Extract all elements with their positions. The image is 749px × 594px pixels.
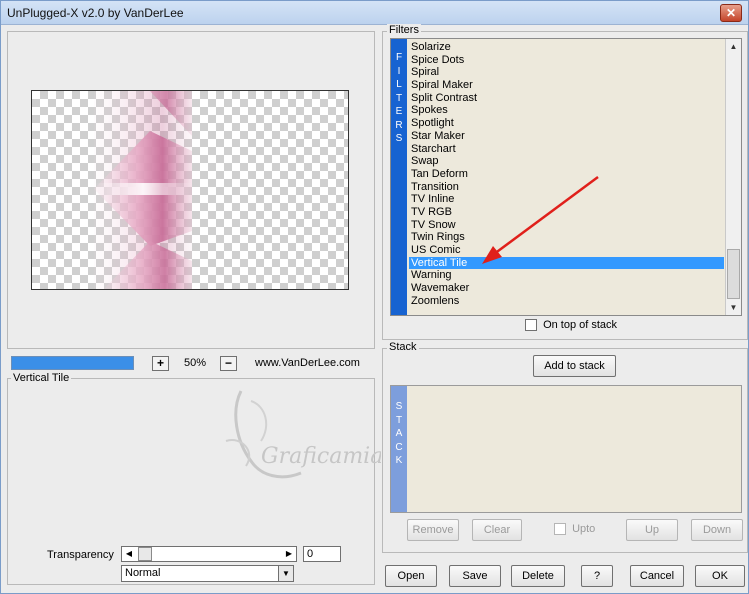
plugin-window: UnPlugged-X v2.0 by VanDerLee ✕ + 50% − … [0, 0, 749, 594]
delete-button[interactable]: Delete [511, 565, 565, 587]
on-top-of-stack-option[interactable]: On top of stack [525, 319, 618, 332]
filters-group-label: Filters [387, 24, 421, 36]
clear-button[interactable]: Clear [472, 519, 522, 541]
chevron-down-icon[interactable]: ▼ [278, 566, 293, 581]
list-item[interactable]: Swap [409, 155, 724, 168]
blend-mode-value: Normal [125, 567, 161, 579]
on-top-of-stack-checkbox[interactable] [525, 319, 537, 332]
on-top-of-stack-label: On top of stack [543, 319, 618, 331]
help-button[interactable]: ? [581, 565, 613, 587]
preview-effect [94, 91, 192, 289]
upto-checkbox[interactable] [554, 523, 566, 536]
list-item[interactable]: Starchart [409, 143, 724, 156]
blend-mode-select[interactable]: Normal ▼ [121, 565, 294, 582]
list-item[interactable]: Spiral Maker [409, 79, 724, 92]
upto-option[interactable]: Upto [554, 523, 596, 536]
window-title: UnPlugged-X v2.0 by VanDerLee [7, 6, 184, 20]
up-button[interactable]: Up [626, 519, 678, 541]
stack-list[interactable]: STACK [390, 385, 742, 513]
list-item[interactable]: Spice Dots [409, 54, 724, 67]
transparency-label: Transparency [47, 549, 114, 561]
filters-strip: FILTERS [391, 39, 407, 315]
stack-group-label: Stack [387, 341, 419, 353]
title-bar[interactable]: UnPlugged-X v2.0 by VanDerLee ✕ [1, 1, 748, 25]
list-item[interactable]: Solarize [409, 41, 724, 54]
list-item[interactable]: Zoomlens [409, 295, 724, 308]
red-arrow-annotation [482, 175, 599, 264]
slider-left-arrow-icon[interactable]: ◀ [122, 547, 136, 561]
list-item[interactable]: Spotlight [409, 117, 724, 130]
transparency-slider[interactable]: ◀ ▶ [121, 546, 297, 562]
preview-image[interactable] [31, 90, 349, 290]
zoom-out-button[interactable]: − [220, 356, 237, 371]
transparency-value-field[interactable]: 0 [303, 546, 341, 562]
progress-bar [11, 356, 134, 370]
scroll-down-icon[interactable]: ▼ [726, 300, 741, 315]
filter-list-scrollbar[interactable]: ▲ ▼ [725, 39, 741, 315]
stack-strip: STACK [391, 386, 407, 512]
cancel-button[interactable]: Cancel [630, 565, 684, 587]
scroll-up-icon[interactable]: ▲ [726, 39, 741, 54]
ok-button[interactable]: OK [695, 565, 745, 587]
add-to-stack-button[interactable]: Add to stack [533, 355, 616, 377]
zoom-level: 50% [184, 357, 207, 369]
list-item[interactable]: Split Contrast [409, 92, 724, 105]
remove-button[interactable]: Remove [407, 519, 459, 541]
scroll-thumb[interactable] [727, 249, 740, 299]
close-button[interactable]: ✕ [720, 4, 742, 22]
slider-thumb[interactable] [138, 547, 152, 561]
upto-label: Upto [572, 523, 596, 535]
zoom-in-button[interactable]: + [152, 356, 169, 371]
list-item[interactable]: Spiral [409, 66, 724, 79]
list-item[interactable]: Star Maker [409, 130, 724, 143]
down-button[interactable]: Down [691, 519, 743, 541]
website-link[interactable]: www.VanDerLee.com [255, 357, 360, 369]
open-button[interactable]: Open [385, 565, 437, 587]
list-item[interactable]: Warning [409, 269, 724, 282]
save-button[interactable]: Save [449, 565, 501, 587]
parameters-group-label: Vertical Tile [11, 372, 72, 384]
svg-text:Graficamia: Graficamia [261, 444, 381, 469]
list-item[interactable]: Spokes [409, 104, 724, 117]
slider-right-arrow-icon[interactable]: ▶ [282, 547, 296, 561]
watermark-logo: Graficamia [225, 390, 381, 479]
list-item[interactable]: Wavemaker [409, 282, 724, 295]
